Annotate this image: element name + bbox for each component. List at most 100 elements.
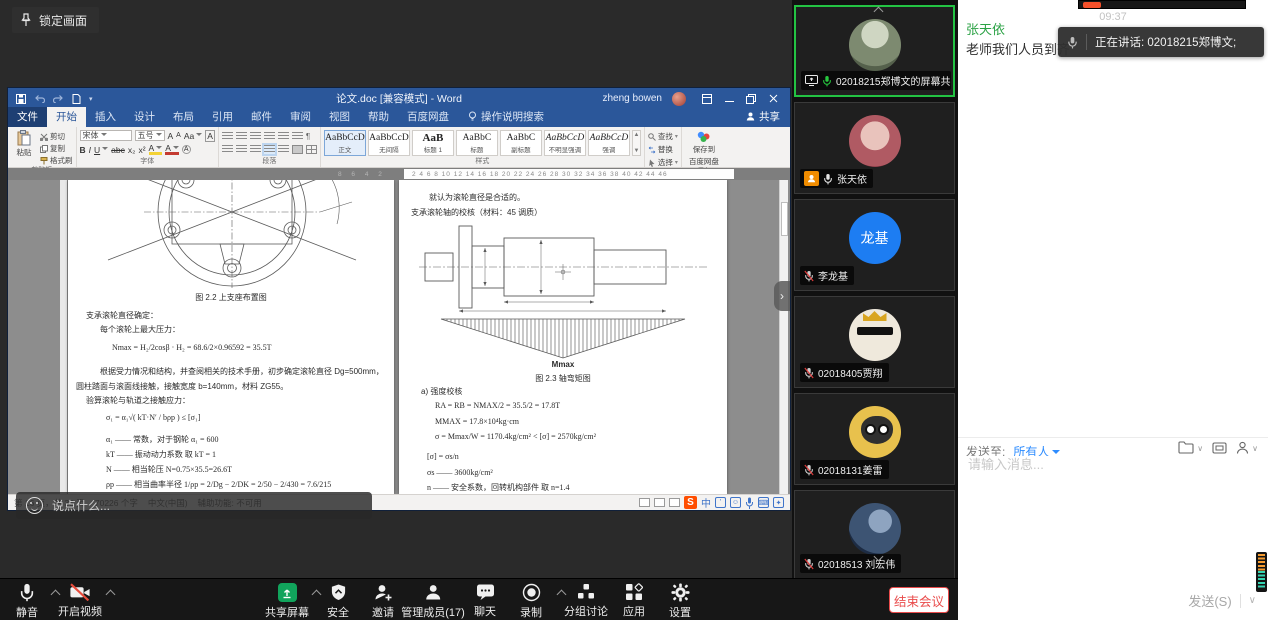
ribbon-display-options-icon[interactable] xyxy=(696,90,718,108)
style-subtitle[interactable]: AaBbC副标题 xyxy=(500,130,542,156)
align-center-icon[interactable] xyxy=(236,145,247,154)
tab-design[interactable]: 设计 xyxy=(125,107,164,127)
grow-font-icon[interactable]: A xyxy=(168,131,174,141)
styles-gallery-scroll[interactable]: ▲▼ xyxy=(632,130,641,156)
chat-image-cropped[interactable] xyxy=(1078,0,1246,9)
undo-icon[interactable] xyxy=(34,94,45,103)
say-something-placeholder[interactable]: 说点什么... xyxy=(52,497,110,514)
save-icon[interactable] xyxy=(16,94,26,104)
ime-emoji-icon[interactable]: ☺ xyxy=(730,497,741,508)
video-tile[interactable]: 张天依 xyxy=(794,102,955,194)
increase-indent-icon[interactable] xyxy=(278,132,289,141)
font-name-select[interactable]: 宋体 xyxy=(80,130,132,141)
style-no-spacing[interactable]: AaBbCcD无间隔 xyxy=(368,130,410,156)
print-layout-icon[interactable] xyxy=(654,498,665,507)
font-color-icon[interactable]: A xyxy=(165,144,179,155)
paste-button[interactable]: 粘贴 xyxy=(11,129,37,158)
apps-button[interactable]: 应用 xyxy=(623,583,645,619)
end-meeting-button[interactable]: 结束会议 xyxy=(889,587,949,613)
bold-icon[interactable]: B xyxy=(80,145,86,155)
word-account-avatar[interactable] xyxy=(672,92,686,106)
change-case-icon[interactable]: Aa xyxy=(184,131,202,141)
share-button[interactable]: 共享 xyxy=(736,109,790,127)
share-screen-button[interactable]: 共享屏幕 xyxy=(265,583,309,620)
redo-icon[interactable] xyxy=(53,94,64,103)
ime-punctuation-icon[interactable]: ’ xyxy=(715,497,726,508)
emoji-icon[interactable] xyxy=(26,497,43,514)
ime-mode-toggle[interactable]: 中 xyxy=(701,495,711,510)
tab-mailings[interactable]: 邮件 xyxy=(242,107,281,127)
cut-button[interactable]: 剪切 xyxy=(40,131,73,142)
ime-mic-icon[interactable] xyxy=(745,497,754,509)
send-file-icon[interactable] xyxy=(1178,441,1194,455)
document-area[interactable]: 图 2.2 上支座布置图 支承滚轮直径确定： 每个滚轮上最大压力： Nmax =… xyxy=(8,180,790,494)
scrollbar-thumb[interactable] xyxy=(781,202,788,236)
video-tile[interactable]: 龙基 李龙基 xyxy=(794,199,955,291)
tab-review[interactable]: 审阅 xyxy=(281,107,320,127)
save-to-netdisk-button[interactable]: 保存到 百度网盘 xyxy=(685,129,723,167)
tab-view[interactable]: 视图 xyxy=(320,107,359,127)
decrease-indent-icon[interactable] xyxy=(264,132,275,141)
tell-me-search[interactable]: 操作说明搜索 xyxy=(468,109,544,127)
new-doc-icon[interactable] xyxy=(72,94,81,104)
sogou-ime-logo[interactable]: S xyxy=(684,496,697,509)
strikethrough-icon[interactable]: abc xyxy=(111,145,125,155)
close-icon[interactable] xyxy=(762,90,784,108)
tab-references[interactable]: 引用 xyxy=(203,107,242,127)
select-button[interactable]: 选择▾ xyxy=(648,157,678,168)
send-button[interactable]: 发送(S) xyxy=(1188,591,1231,610)
align-left-icon[interactable] xyxy=(222,145,233,154)
manage-members-button[interactable]: 管理成员(17) xyxy=(401,583,465,620)
tab-help[interactable]: 帮助 xyxy=(359,107,398,127)
ime-toolbox-icon[interactable]: ✦ xyxy=(773,497,784,508)
settings-button[interactable]: 设置 xyxy=(669,583,691,620)
ime-keyboard-icon[interactable]: ⌨ xyxy=(758,497,769,508)
find-button[interactable]: 查找▾ xyxy=(648,131,678,142)
screenshot-icon[interactable] xyxy=(1212,441,1227,455)
underline-icon[interactable]: U xyxy=(94,145,108,155)
italic-icon[interactable]: I xyxy=(89,145,91,155)
send-options-icon[interactable]: ∨ xyxy=(1249,595,1256,606)
tab-layout[interactable]: 布局 xyxy=(164,107,203,127)
video-tile[interactable]: 02018131姜雷 xyxy=(794,393,955,485)
invite-button[interactable]: 邀请 xyxy=(372,583,394,620)
document-scrollbar[interactable] xyxy=(779,180,788,494)
tab-home[interactable]: 开始 xyxy=(47,107,86,127)
pilcrow-icon[interactable]: ¶ xyxy=(306,132,310,141)
start-video-button[interactable]: 开启视频 xyxy=(58,583,102,619)
style-normal[interactable]: AaBbCcD正文 xyxy=(324,130,366,156)
pin-view-button[interactable]: 锁定画面 xyxy=(12,7,99,33)
style-subtle-emphasis[interactable]: AaBbCcD不明显强调 xyxy=(544,130,586,156)
mention-member-icon[interactable] xyxy=(1236,441,1249,455)
chat-sender-name[interactable]: 张天依 xyxy=(966,19,1005,38)
char-border-icon[interactable]: A xyxy=(205,130,215,142)
word-account-name[interactable]: zheng bowen xyxy=(603,93,663,104)
bullets-icon[interactable] xyxy=(222,132,233,141)
video-tile[interactable]: 02018513 刘宏伟 xyxy=(794,490,955,578)
quick-reaction-bar[interactable]: 说点什么... xyxy=(16,492,372,519)
sort-icon[interactable] xyxy=(292,132,303,141)
shading-icon[interactable] xyxy=(292,145,303,154)
share-options-icon[interactable] xyxy=(312,590,322,600)
style-title[interactable]: AaBbC标题 xyxy=(456,130,498,156)
horizontal-ruler[interactable]: 8 6 4 2 2 4 6 8 10 12 14 16 18 20 22 24 … xyxy=(8,168,790,180)
chat-button[interactable]: 聊天 xyxy=(474,583,496,619)
multilevel-list-icon[interactable] xyxy=(250,132,261,141)
justify-icon[interactable] xyxy=(264,145,275,154)
web-layout-icon[interactable] xyxy=(669,498,680,507)
numbering-icon[interactable] xyxy=(236,132,247,141)
video-options-icon[interactable] xyxy=(106,590,116,600)
video-tile-sharing[interactable]: 02018215郑博文的屏幕共享 xyxy=(794,5,955,97)
font-size-select[interactable]: 五号 xyxy=(135,130,165,141)
enclose-char-icon[interactable]: A xyxy=(182,145,191,154)
breakout-rooms-button[interactable]: 分组讨论 xyxy=(564,583,608,619)
format-painter-button[interactable]: 格式刷 xyxy=(40,155,73,166)
security-button[interactable]: 安全 xyxy=(327,583,349,620)
replace-button[interactable]: 替换 xyxy=(648,144,678,155)
highlight-color-icon[interactable]: A xyxy=(149,144,163,155)
tab-file[interactable]: 文件 xyxy=(8,107,47,127)
superscript-icon[interactable]: x² xyxy=(138,145,145,155)
record-button[interactable]: 录制 xyxy=(520,583,542,620)
subscript-icon[interactable]: x₂ xyxy=(128,145,136,155)
chat-message-input[interactable] xyxy=(966,456,1246,473)
